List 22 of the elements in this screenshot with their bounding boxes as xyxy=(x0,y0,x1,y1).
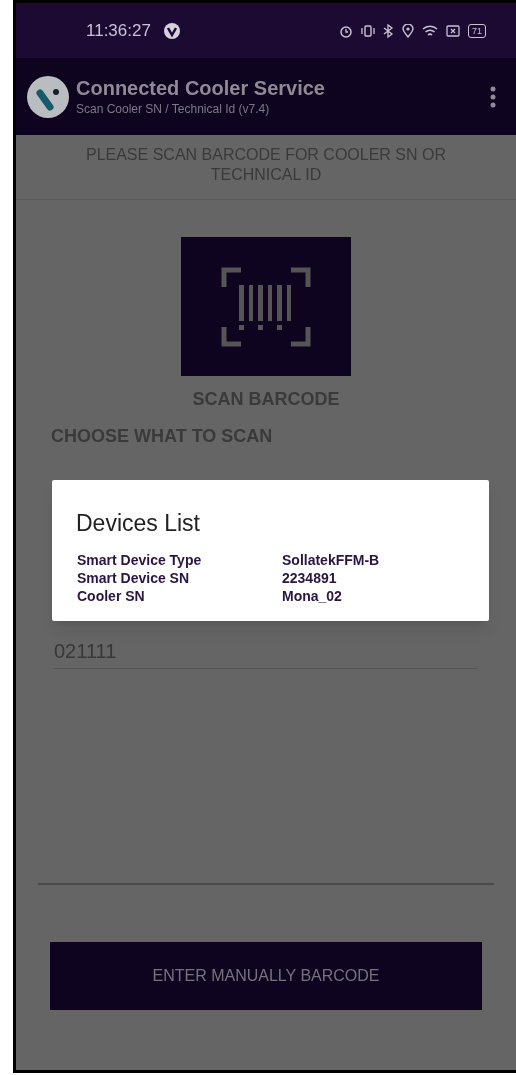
device-field-value: Mona_02 xyxy=(282,588,342,605)
app-logo-icon xyxy=(26,74,70,119)
app-subtitle: Scan Cooler SN / Technical Id (v7.4) xyxy=(76,100,271,118)
vibrate-icon xyxy=(361,23,375,38)
location-icon xyxy=(402,23,414,38)
device-field-label: Cooler SN xyxy=(77,588,145,605)
more-options-icon[interactable] xyxy=(490,85,496,108)
sim-icon xyxy=(446,23,460,38)
alarm-icon xyxy=(339,23,353,38)
device-field-label: Smart Device Type xyxy=(77,552,202,569)
bluetooth-icon xyxy=(383,23,394,38)
enter-manually-button[interactable]: ENTER MANUALLY BARCODE xyxy=(50,942,482,1010)
device-field-value: SollatekFFM-B xyxy=(282,552,380,569)
device-field-label: Smart Device SN xyxy=(77,570,190,587)
status-time: 11:36:27 xyxy=(86,19,151,42)
battery-indicator: 71 xyxy=(468,23,486,38)
dialog-title: Devices List xyxy=(76,510,200,536)
barcode-scan-icon xyxy=(221,266,311,347)
app-notification-icon xyxy=(162,21,181,40)
wifi-icon xyxy=(422,23,438,38)
device-field-value: 2234891 xyxy=(282,570,337,587)
app-title: Connected Cooler Service xyxy=(76,75,325,100)
